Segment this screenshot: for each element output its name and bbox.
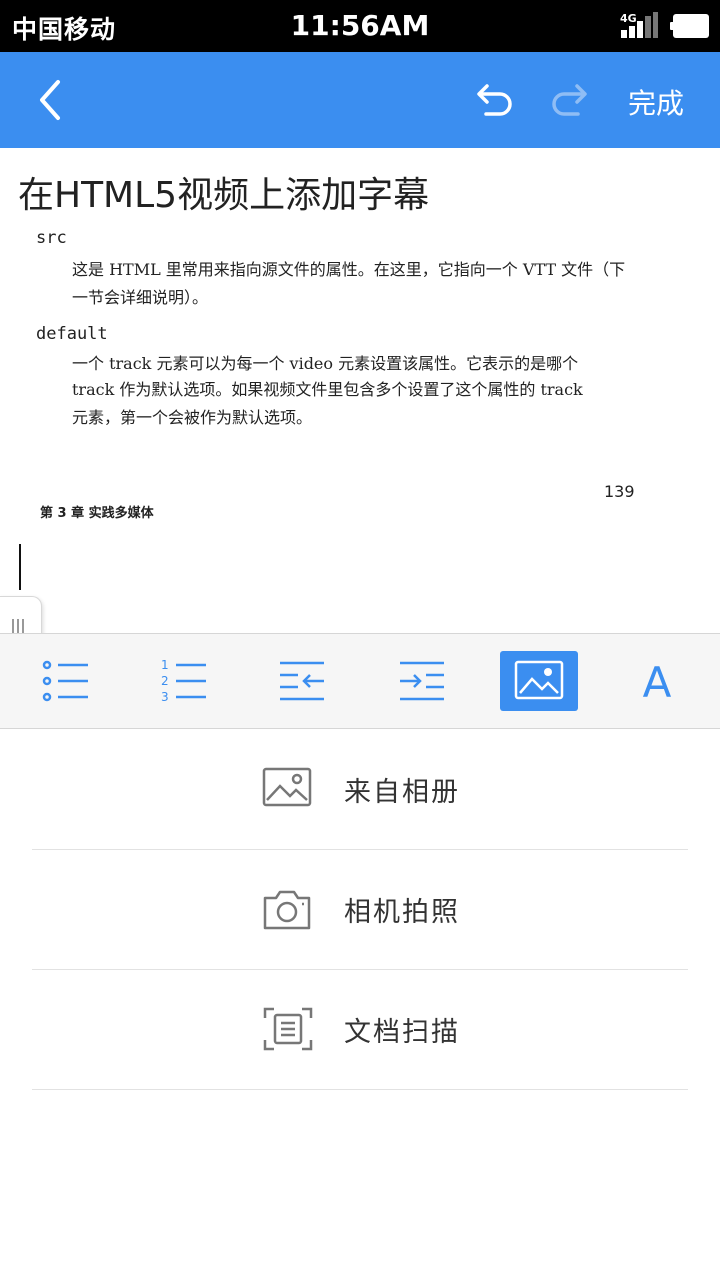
font-format-button[interactable]: A bbox=[618, 658, 696, 708]
menu-item-label: 文档扫描 bbox=[344, 1017, 460, 1048]
document-scan-icon bbox=[263, 1007, 313, 1051]
menu-item-label: 相机拍照 bbox=[344, 897, 460, 928]
image-text-line: 一节会详细说明）。 bbox=[72, 288, 209, 307]
back-button[interactable] bbox=[28, 74, 80, 126]
image-text-line: 第 3 章 实践多媒体 bbox=[40, 506, 154, 521]
image-text-line: 139 bbox=[604, 482, 635, 501]
divider bbox=[32, 1089, 688, 1090]
image-text-line: 元素，第一个会被作为默认选项。 bbox=[72, 408, 313, 427]
svg-text:3: 3 bbox=[161, 690, 169, 703]
numbered-list-icon: 1 2 3 bbox=[161, 659, 206, 703]
photo-album-icon bbox=[262, 767, 312, 807]
indent-button[interactable] bbox=[382, 651, 460, 711]
camera-icon bbox=[263, 890, 311, 930]
image-text-line: 一个 track 元素可以为每一个 video 元素设置该属性。它表示的是哪个 bbox=[72, 354, 579, 373]
document-title[interactable]: 在HTML5视频上添加字幕 bbox=[18, 166, 429, 218]
indent-icon bbox=[400, 661, 444, 701]
battery-icon bbox=[670, 14, 710, 38]
format-toolbar: 1 2 3 A bbox=[0, 633, 720, 729]
svg-text:1: 1 bbox=[161, 659, 169, 672]
signal-strength-icon bbox=[621, 12, 661, 38]
undo-button[interactable] bbox=[466, 76, 518, 128]
numbered-list-button[interactable]: 1 2 3 bbox=[146, 651, 224, 711]
image-icon bbox=[514, 660, 564, 700]
done-button[interactable]: 完成 bbox=[628, 82, 684, 122]
redo-button[interactable] bbox=[546, 76, 598, 128]
image-text-line: 这是 HTML 里常用来指向源文件的属性。在这里，它指向一个 VTT 文件（下 bbox=[72, 260, 626, 279]
take-photo-option[interactable]: 相机拍照 bbox=[32, 850, 688, 968]
document-scan-option[interactable]: 文档扫描 bbox=[32, 970, 688, 1088]
text-cursor bbox=[19, 544, 21, 590]
outdent-button[interactable] bbox=[264, 651, 342, 711]
image-text-line: src bbox=[36, 228, 67, 248]
editor-nav-bar: 完成 bbox=[0, 52, 720, 148]
menu-item-label: 来自相册 bbox=[344, 777, 460, 808]
redo-icon bbox=[552, 84, 587, 116]
svg-text:2: 2 bbox=[161, 674, 169, 688]
bulleted-list-icon bbox=[42, 660, 88, 702]
image-text-line: track 作为默认选项。如果视频文件里包含多个设置了这个属性的 track bbox=[72, 380, 583, 399]
image-text-line: default bbox=[36, 324, 108, 344]
insert-image-button[interactable] bbox=[500, 651, 578, 711]
status-bar: 中国移动 11:56AM 4G bbox=[0, 0, 720, 52]
chevron-left-icon bbox=[40, 80, 60, 120]
undo-icon bbox=[477, 84, 512, 116]
outdent-icon bbox=[280, 661, 324, 701]
insert-from-album-option[interactable]: 来自相册 bbox=[32, 730, 688, 848]
embedded-book-page-image[interactable]: src 这是 HTML 里常用来指向源文件的属性。在这里，它指向一个 VTT 文… bbox=[0, 226, 720, 556]
bulleted-list-button[interactable] bbox=[28, 651, 106, 711]
status-clock: 11:56AM bbox=[290, 9, 430, 42]
